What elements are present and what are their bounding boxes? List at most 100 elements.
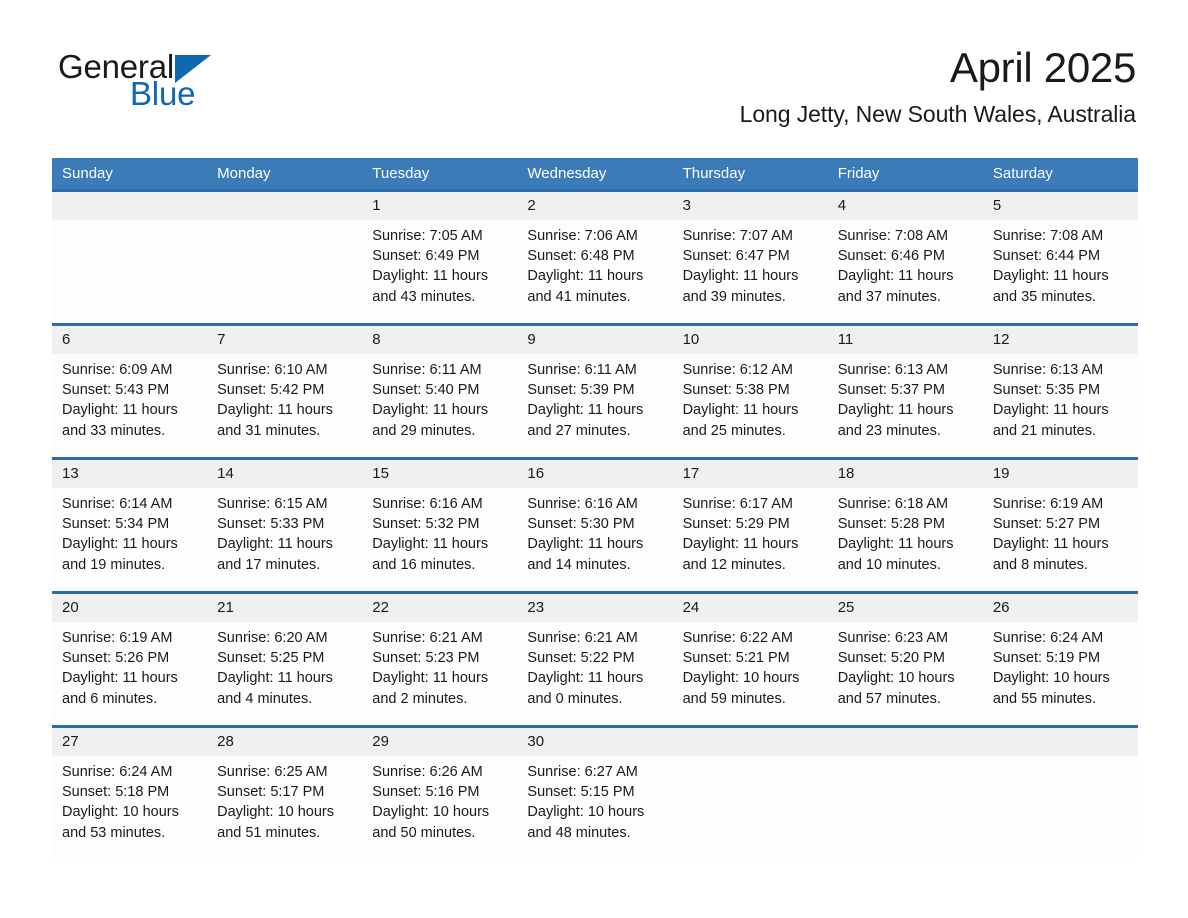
day-number[interactable]: 21 [207,594,362,622]
day-number[interactable]: 14 [207,460,362,488]
daylight-duration-line1: Daylight: 11 hours [62,670,178,687]
daylight-duration-line1: Daylight: 11 hours [992,268,1109,285]
daylight-duration-line1: Daylight: 11 hours [217,402,333,419]
day-number[interactable]: 5 [983,192,1138,220]
day-number[interactable]: 18 [828,460,983,488]
day-cell[interactable]: Sunrise: 6:27 AM Sunset: 5:15 PM Daylight:… [517,756,672,859]
day-content-band: Sunrise: 6:24 AM Sunset: 5:18 PM Daylight:… [52,756,1138,859]
day-number[interactable]: 16 [517,460,672,488]
daylight-duration-line1: Daylight: 11 hours [62,402,178,419]
day-cell[interactable]: Sunrise: 6:26 AM Sunset: 5:16 PM Daylight:… [362,756,517,859]
daylight-duration-line1: Daylight: 10 hours [682,670,800,687]
day-number[interactable]: 25 [828,594,983,622]
daylight-duration-line2: and 0 minutes. [527,690,623,707]
day-number[interactable]: 30 [517,728,672,756]
day-cell[interactable]: Sunrise: 6:17 AM Sunset: 5:29 PM Daylight:… [673,488,828,591]
day-number[interactable]: 8 [362,326,517,354]
day-number[interactable]: 17 [673,460,828,488]
daylight-duration-line2: and 25 minutes. [682,422,786,439]
daylight-duration-line1: Daylight: 11 hours [682,402,799,419]
day-number[interactable]: 3 [673,192,828,220]
day-cell[interactable]: Sunrise: 6:11 AM Sunset: 5:40 PM Daylight:… [362,354,517,457]
day-number[interactable]: 1 [362,192,517,220]
day-cell[interactable]: Sunrise: 6:21 AM Sunset: 5:22 PM Daylight:… [517,622,672,725]
day-cell[interactable]: Sunrise: 7:08 AM Sunset: 6:46 PM Daylight:… [828,220,983,323]
daylight-duration-line1: Daylight: 11 hours [372,536,489,553]
day-cell[interactable]: Sunrise: 6:19 AM Sunset: 5:27 PM Daylight:… [983,488,1138,591]
day-number[interactable]: 20 [52,594,207,622]
day-cell[interactable]: Sunrise: 6:18 AM Sunset: 5:28 PM Daylight:… [828,488,983,591]
day-number[interactable]: 12 [983,326,1138,354]
sunset-time: Sunset: 5:42 PM [217,382,325,399]
day-cell[interactable]: Sunrise: 6:14 AM Sunset: 5:34 PM Daylight:… [52,488,207,591]
daylight-duration-line1: Daylight: 10 hours [837,670,955,687]
day-cell[interactable]: Sunrise: 6:09 AM Sunset: 5:43 PM Daylight:… [52,354,207,457]
day-number[interactable]: 24 [673,594,828,622]
day-content-band: Sunrise: 7:05 AM Sunset: 6:49 PM Daylight:… [52,220,1138,323]
day-number[interactable]: 10 [673,326,828,354]
day-number[interactable]: 13 [52,460,207,488]
day-cell[interactable]: Sunrise: 6:16 AM Sunset: 5:30 PM Daylight:… [517,488,672,591]
day-cell[interactable]: Sunrise: 6:21 AM Sunset: 5:23 PM Daylight:… [362,622,517,725]
day-cell[interactable]: Sunrise: 7:06 AM Sunset: 6:48 PM Daylight:… [517,220,672,323]
daylight-duration-line2: and 57 minutes. [837,690,941,707]
sunrise-time: Sunrise: 7:06 AM [527,228,638,244]
daylight-duration-line1: Daylight: 10 hours [527,804,645,821]
daylight-duration-line2: and 8 minutes. [992,556,1088,573]
general-blue-logo[interactable]: General Blue [58,50,288,116]
day-content-band: Sunrise: 6:19 AM Sunset: 5:26 PM Daylight:… [52,622,1138,725]
daylight-duration-line2: and 50 minutes. [372,824,476,841]
day-cell[interactable]: Sunrise: 6:11 AM Sunset: 5:39 PM Daylight:… [517,354,672,457]
day-number-band: 13 14 15 16 17 18 19 [52,460,1138,488]
sunrise-time: Sunrise: 6:19 AM [992,496,1104,512]
day-cell[interactable]: Sunrise: 6:13 AM Sunset: 5:35 PM Daylight:… [983,354,1138,457]
day-cell[interactable]: Sunrise: 6:16 AM Sunset: 5:32 PM Daylight:… [362,488,517,591]
sunrise-time: Sunrise: 6:21 AM [372,630,483,646]
daylight-duration-line1: Daylight: 11 hours [217,670,333,687]
day-number[interactable]: 28 [207,728,362,756]
sunset-time: Sunset: 5:23 PM [372,650,480,667]
day-number[interactable]: 11 [828,326,983,354]
day-content-band: Sunrise: 6:09 AM Sunset: 5:43 PM Daylight:… [52,354,1138,457]
day-cell[interactable]: Sunrise: 6:22 AM Sunset: 5:21 PM Daylight:… [673,622,828,725]
day-number[interactable]: 29 [362,728,517,756]
day-number[interactable]: 15 [362,460,517,488]
day-cell[interactable]: Sunrise: 6:24 AM Sunset: 5:18 PM Daylight:… [52,756,207,859]
daylight-duration-line2: and 39 minutes. [682,288,786,305]
sunrise-time: Sunrise: 7:07 AM [682,228,793,244]
day-cell[interactable]: Sunrise: 6:10 AM Sunset: 5:42 PM Daylight:… [207,354,362,457]
day-cell[interactable]: Sunrise: 6:23 AM Sunset: 5:20 PM Daylight:… [828,622,983,725]
day-number[interactable]: 26 [983,594,1138,622]
day-number[interactable]: 22 [362,594,517,622]
day-cell[interactable]: Sunrise: 6:20 AM Sunset: 5:25 PM Daylight:… [207,622,362,725]
day-number[interactable]: 2 [517,192,672,220]
day-number[interactable]: 4 [828,192,983,220]
day-number[interactable]: 27 [52,728,207,756]
daylight-duration-line2: and 59 minutes. [682,690,786,707]
day-cell[interactable]: Sunrise: 6:15 AM Sunset: 5:33 PM Daylight:… [207,488,362,591]
day-cell[interactable]: Sunrise: 7:05 AM Sunset: 6:49 PM Daylight:… [362,220,517,323]
sunset-time: Sunset: 5:32 PM [372,516,480,533]
day-cell[interactable]: Sunrise: 6:12 AM Sunset: 5:38 PM Daylight:… [673,354,828,457]
day-number[interactable]: 23 [517,594,672,622]
day-cell[interactable]: Sunrise: 7:07 AM Sunset: 6:47 PM Daylight:… [673,220,828,323]
day-cell[interactable]: Sunrise: 6:19 AM Sunset: 5:26 PM Daylight:… [52,622,207,725]
sunrise-time: Sunrise: 6:13 AM [992,362,1104,378]
day-cell-empty [983,756,1138,859]
day-cell[interactable]: Sunrise: 7:08 AM Sunset: 6:44 PM Daylight:… [983,220,1138,323]
sunrise-time: Sunrise: 6:19 AM [62,630,173,646]
sunrise-time: Sunrise: 6:15 AM [217,496,328,512]
day-number[interactable]: 19 [983,460,1138,488]
day-number[interactable]: 6 [52,326,207,354]
calendar-week-row: 13 14 15 16 17 18 19 Sunrise: 6:14 AM Sunset: 5:… [52,457,1138,591]
day-number[interactable]: 9 [517,326,672,354]
day-cell[interactable]: Sunrise: 6:24 AM Sunset: 5:19 PM Daylight:… [983,622,1138,725]
daylight-duration-line2: and 23 minutes. [837,422,941,439]
day-cell-empty [52,220,207,323]
sunrise-time: Sunrise: 6:13 AM [837,362,949,378]
daylight-duration-line2: and 53 minutes. [62,824,166,841]
day-number[interactable]: 7 [207,326,362,354]
day-cell[interactable]: Sunrise: 6:13 AM Sunset: 5:37 PM Daylight:… [828,354,983,457]
calendar-table: Sunday Monday Tuesday Wednesday Thursday Frid… [52,158,1138,859]
day-cell[interactable]: Sunrise: 6:25 AM Sunset: 5:17 PM Daylight:… [207,756,362,859]
